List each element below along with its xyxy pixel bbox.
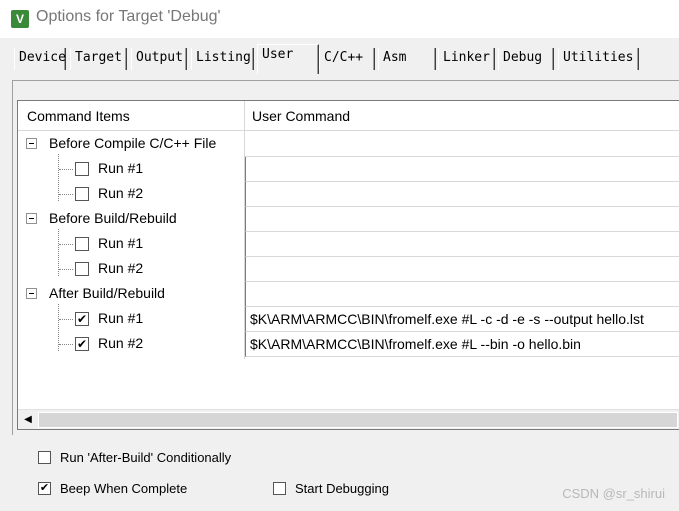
tree-line <box>59 344 73 345</box>
tab-user[interactable]: User <box>257 44 319 74</box>
start-debugging-label: Start Debugging <box>295 481 389 496</box>
tree-line <box>59 244 73 245</box>
item-label: Run #2 <box>98 335 144 351</box>
window-title: Options for Target 'Debug' <box>36 8 221 25</box>
group-before-build[interactable]: Before Build/Rebuild <box>18 207 679 232</box>
group-after-build[interactable]: After Build/Rebuild <box>18 282 679 307</box>
tab-asm[interactable]: Asm <box>378 48 436 70</box>
command-cell <box>245 132 679 157</box>
group-label: Before Build/Rebuild <box>49 210 177 226</box>
list-item[interactable]: Run #1 <box>18 157 679 182</box>
list-item[interactable]: ✔ Run #2 $K\ARM\ARMCC\BIN\fromelf.exe #L… <box>18 332 679 357</box>
command-cell <box>245 207 679 232</box>
list-item[interactable]: ✔ Run #1 $K\ARM\ARMCC\BIN\fromelf.exe #L… <box>18 307 679 332</box>
run-checkbox[interactable] <box>75 237 89 251</box>
table-header: Command Items User Command <box>18 101 679 131</box>
run-checkbox[interactable] <box>75 187 89 201</box>
command-field[interactable] <box>245 157 679 182</box>
tab-target[interactable]: Target <box>70 48 127 70</box>
item-label: Run #1 <box>98 160 144 176</box>
tab-cpp[interactable]: C/C++ <box>319 48 375 70</box>
command-field[interactable]: $K\ARM\ARMCC\BIN\fromelf.exe #L --bin -o… <box>245 332 679 357</box>
item-label: Run #2 <box>98 260 144 276</box>
run-checkbox[interactable] <box>75 262 89 276</box>
tree-line <box>59 269 73 270</box>
item-label: Run #1 <box>98 310 144 326</box>
run-checkbox[interactable]: ✔ <box>75 312 89 326</box>
start-debugging-checkbox[interactable] <box>273 482 286 495</box>
command-field[interactable] <box>245 182 679 207</box>
run-checkbox[interactable] <box>75 162 89 176</box>
tab-output[interactable]: Output <box>131 48 187 70</box>
title-bar: V Options for Target 'Debug' <box>0 0 679 38</box>
horizontal-scrollbar[interactable]: ◀ <box>18 409 679 429</box>
run-after-build-checkbox[interactable] <box>38 451 51 464</box>
command-field[interactable]: $K\ARM\ARMCC\BIN\fromelf.exe #L -c -d -e… <box>245 307 679 332</box>
scroll-thumb[interactable] <box>38 412 678 428</box>
beep-when-complete-label: Beep When Complete <box>60 481 188 496</box>
command-field[interactable] <box>245 232 679 257</box>
group-label: Before Compile C/C++ File <box>49 135 217 151</box>
header-command-items: Command Items <box>27 108 130 124</box>
tab-strip: Device Target Output Listing User C/C++ … <box>0 38 679 74</box>
scroll-left-icon[interactable]: ◀ <box>20 412 36 428</box>
command-cell <box>245 282 679 307</box>
group-label: After Build/Rebuild <box>49 285 165 301</box>
uvision-icon: V <box>11 10 29 28</box>
group-before-compile[interactable]: Before Compile C/C++ File <box>18 132 679 157</box>
tab-listing[interactable]: Listing <box>191 48 254 70</box>
collapse-icon[interactable] <box>26 138 37 149</box>
collapse-icon[interactable] <box>26 288 37 299</box>
tree-line <box>59 194 73 195</box>
beep-when-complete-checkbox[interactable]: ✔ <box>38 482 51 495</box>
list-item[interactable]: Run #1 <box>18 232 679 257</box>
item-label: Run #2 <box>98 185 144 201</box>
header-user-command: User Command <box>252 108 351 124</box>
tab-debug[interactable]: Debug <box>498 48 554 70</box>
tab-utilities[interactable]: Utilities <box>558 48 639 70</box>
tree-line <box>59 169 73 170</box>
collapse-icon[interactable] <box>26 213 37 224</box>
list-item[interactable]: Run #2 <box>18 182 679 207</box>
item-label: Run #1 <box>98 235 144 251</box>
tree-line <box>59 319 73 320</box>
command-field[interactable] <box>245 257 679 282</box>
tab-linker[interactable]: Linker <box>438 48 495 70</box>
watermark: CSDN @sr_shirui <box>562 486 665 501</box>
run-checkbox[interactable]: ✔ <box>75 337 89 351</box>
run-after-build-label: Run 'After-Build' Conditionally <box>60 450 232 465</box>
user-command-table: Command Items User Command Before Compil… <box>17 100 679 430</box>
list-item[interactable]: Run #2 <box>18 257 679 282</box>
tab-device[interactable]: Device <box>14 48 66 70</box>
